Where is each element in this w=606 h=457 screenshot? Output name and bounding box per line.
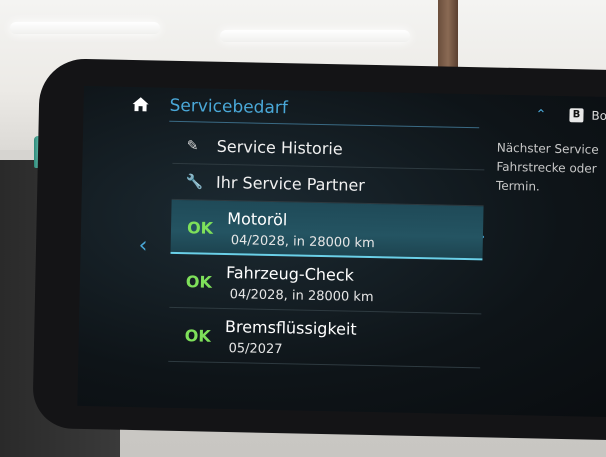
service-name: Bremsflüssigkeit	[224, 317, 357, 339]
service-menu: ✎ Service Historie 🔧 Ihr Service Partner…	[168, 127, 486, 369]
status-badge-text: Bo	[591, 108, 606, 123]
service-history-icon: ✎	[186, 137, 199, 154]
status-badge: B	[569, 108, 584, 123]
ceiling-light	[220, 30, 410, 42]
wrench-icon: 🔧	[185, 173, 204, 191]
status-ok: OK	[185, 272, 213, 292]
status-ok: OK	[184, 326, 211, 346]
info-panel: Nächster Service Fahrstrecke oder Termin…	[496, 139, 606, 199]
service-item-brake-fluid[interactable]: OK Bremsflüssigkeit 05/2027	[168, 307, 482, 369]
home-icon[interactable]	[131, 96, 149, 112]
menu-item-label: Ihr Service Partner	[215, 172, 366, 195]
info-panel-line: Termin.	[495, 178, 540, 194]
infotainment-screen: Servicebedarf ⌃ B Bo Nächster Service Fa…	[77, 86, 606, 418]
chevron-left-icon[interactable]: ‹	[138, 233, 147, 258]
service-due: 05/2027	[228, 341, 283, 358]
menu-item-label: Service Historie	[216, 136, 343, 159]
service-item-engine-oil[interactable]: OK Motoröl 04/2028, in 28000 km	[170, 199, 484, 261]
service-name: Motoröl	[227, 209, 288, 230]
service-due: 04/2028, in 28000 km	[230, 233, 375, 252]
chevron-up-icon[interactable]: ⌃	[535, 107, 546, 122]
status-ok: OK	[186, 218, 214, 238]
page-title: Servicebedarf	[169, 95, 289, 119]
service-item-vehicle-check[interactable]: OK Fahrzeug-Check 04/2028, in 28000 km	[169, 253, 483, 315]
ceiling-light	[10, 22, 160, 34]
title-divider	[169, 120, 480, 129]
service-due: 04/2028, in 28000 km	[229, 287, 374, 306]
service-name: Fahrzeug-Check	[225, 263, 355, 285]
